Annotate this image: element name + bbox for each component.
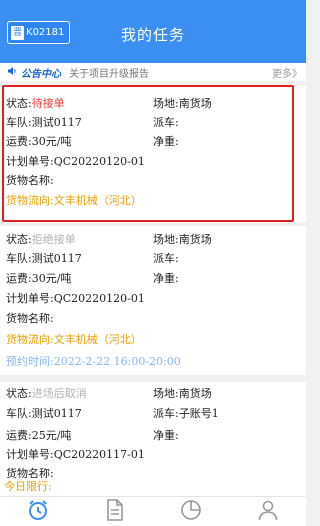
notice-bar[interactable]: 公告中心 关于项目升级报告 更多》 [0, 63, 306, 81]
team-value: 测试0117 [31, 116, 82, 129]
goods-name: 货物名称: [6, 174, 54, 187]
status-value: 进场后取消 [31, 387, 87, 400]
tab-stats[interactable] [171, 497, 211, 526]
task-card[interactable]: 状态:进场后取消 场地:南货场 车队:测试0117 派车:子账号1 运费:25元… [0, 382, 306, 478]
bottom-tab-bar [0, 496, 306, 526]
notice-text[interactable]: 关于项目升级报告 [69, 65, 272, 80]
page-title: 我的任务 [120, 26, 185, 44]
plan-number: 计划单号:QC20220120-01 [6, 292, 145, 305]
notice-tag: 公告中心 [21, 68, 61, 80]
goods-flow: 货物流向:文丰机械（河北） [6, 194, 142, 207]
pie-chart-icon [179, 498, 203, 526]
dispatch-value: 子账号1 [178, 407, 219, 420]
document-icon [104, 498, 126, 526]
site-value: 南货场 [178, 387, 212, 400]
status-value: 待接单 [31, 97, 65, 110]
freight-value: 30元/吨 [31, 272, 72, 285]
freight-value: 30元/吨 [31, 135, 72, 148]
goods-flow: 货物流向:文丰机械（河北） [6, 333, 142, 346]
site-value: 南货场 [178, 97, 212, 110]
freight-value: 25元/吨 [31, 429, 72, 442]
site-value: 南货场 [178, 233, 212, 246]
goods-name: 货物名称: [6, 312, 54, 325]
tab-tasks[interactable] [18, 497, 58, 526]
status-value: 拒绝接单 [31, 233, 76, 246]
goods-name: 货物名称: [6, 467, 54, 478]
user-icon [256, 498, 280, 526]
tab-orders[interactable] [95, 497, 135, 526]
plan-number: 计划单号:QC20220120-01 [6, 155, 145, 168]
team-value: 测试0117 [31, 407, 82, 420]
tab-profile[interactable] [248, 497, 288, 526]
alarm-clock-icon [26, 498, 50, 526]
appointment-time: 预约时间:2022-2-22 16:00-20:00 [6, 355, 181, 368]
speaker-icon [7, 66, 21, 79]
today-restriction: 今日限行: [0, 478, 306, 496]
app-header: 晋 K02181 我的任务 [0, 0, 306, 63]
more-link[interactable]: 更多》 [272, 65, 302, 80]
team-value: 测试0117 [31, 252, 82, 265]
plan-number: 计划单号:QC20220117-01 [6, 448, 145, 461]
task-card[interactable]: 状态:拒绝接单 场地:南货场 车队:测试0117 派车: 运费:30元/吨 净重… [0, 226, 306, 375]
task-card[interactable]: 状态:待接单 场地:南货场 车队:测试0117 派车: 运费:30元/吨 净重:… [0, 85, 306, 222]
